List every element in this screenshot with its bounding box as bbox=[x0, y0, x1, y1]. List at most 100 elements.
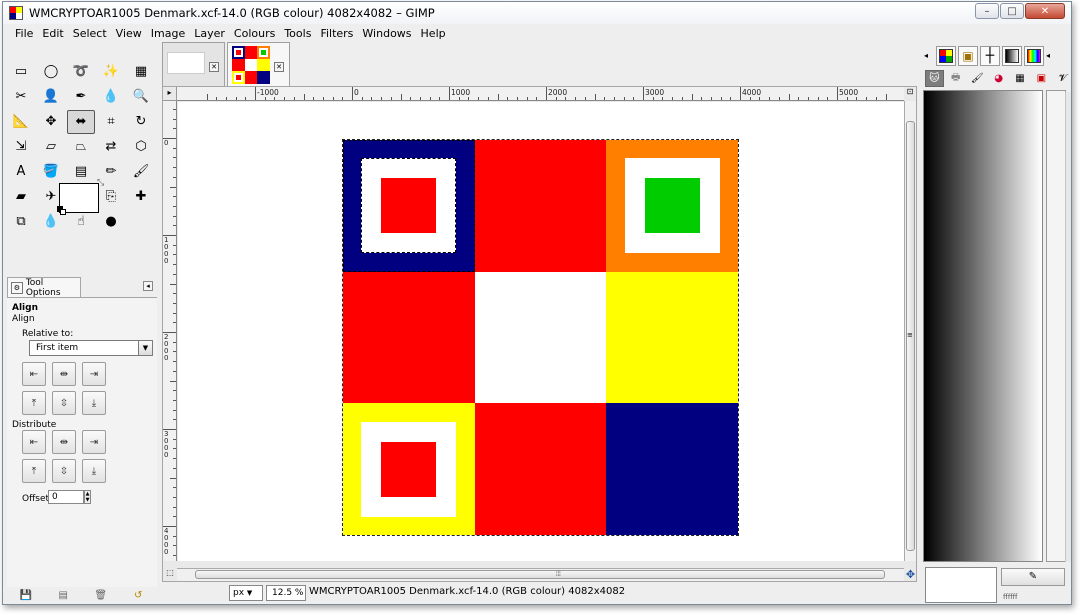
distribute-left-button[interactable]: ⇤ bbox=[22, 430, 46, 454]
flag-cell[interactable] bbox=[343, 403, 475, 535]
minimize-button[interactable]: – bbox=[975, 3, 999, 19]
maximize-button[interactable]: □ bbox=[1000, 3, 1024, 19]
close-icon[interactable]: ✕ bbox=[274, 62, 284, 72]
tool-scissors[interactable]: ✂ bbox=[7, 85, 35, 109]
distribute-top-button[interactable]: ⤒ bbox=[22, 459, 46, 483]
default-colors-icon[interactable] bbox=[57, 206, 67, 216]
gradient-preview[interactable] bbox=[923, 90, 1043, 562]
tab-palettes[interactable] bbox=[936, 46, 956, 66]
dock-menu-right-icon[interactable]: ◂ bbox=[1046, 51, 1056, 61]
tab-color-grid[interactable]: ▦ bbox=[1011, 70, 1029, 87]
close-button[interactable]: ✕ bbox=[1025, 3, 1065, 19]
menu-edit[interactable]: Edit bbox=[38, 27, 67, 40]
distribute-center-button[interactable]: ⇹ bbox=[52, 430, 76, 454]
save-options-icon[interactable]: 💾 bbox=[20, 589, 32, 601]
tab-denmark-image[interactable]: ✕ bbox=[227, 42, 290, 86]
tool-shear[interactable]: ▱ bbox=[37, 135, 65, 159]
quick-mask-icon[interactable]: ⬚ bbox=[163, 568, 177, 581]
tool-paths[interactable]: ✒ bbox=[67, 85, 95, 109]
vertical-ruler[interactable]: 0 1000 2000 3000 4000 bbox=[163, 101, 177, 561]
dock-menu-icon[interactable]: ◂ bbox=[143, 281, 153, 291]
tab-brushes[interactable]: ┼ bbox=[980, 46, 1000, 66]
tool-align[interactable]: ⬌ bbox=[67, 110, 95, 134]
flag-cell[interactable] bbox=[606, 140, 738, 272]
close-icon[interactable]: ✕ bbox=[209, 62, 219, 72]
tab-patterns[interactable]: ▣ bbox=[958, 46, 978, 66]
navigate-icon[interactable]: ✥ bbox=[904, 568, 917, 581]
menu-arrow-icon[interactable]: ▸ bbox=[163, 87, 177, 101]
tool-text[interactable]: A bbox=[7, 160, 35, 184]
menu-filters[interactable]: Filters bbox=[316, 27, 357, 40]
align-left-button[interactable]: ⇤ bbox=[22, 362, 46, 386]
distribute-right-button[interactable]: ⇥ bbox=[82, 430, 106, 454]
align-center-button[interactable]: ⇹ bbox=[52, 362, 76, 386]
dock-menu-left-icon[interactable]: ◂ bbox=[924, 51, 934, 61]
tab-paintbrush[interactable]: 🖌 bbox=[968, 70, 986, 87]
menu-view[interactable]: View bbox=[112, 27, 146, 40]
tab-swatch[interactable]: ▣ bbox=[1032, 70, 1050, 87]
tool-scale[interactable]: ⇲ bbox=[7, 135, 35, 159]
brush-preview[interactable] bbox=[925, 567, 997, 603]
tool-flip[interactable]: ⇄ bbox=[97, 135, 125, 159]
flag-cell[interactable] bbox=[343, 271, 475, 404]
tool-zoom[interactable]: 🔍 bbox=[127, 85, 155, 109]
offset-input[interactable]: 0 bbox=[48, 490, 84, 504]
menu-layer[interactable]: Layer bbox=[190, 27, 229, 40]
tool-color-picker[interactable]: 💧 bbox=[97, 85, 125, 109]
horizontal-ruler[interactable]: -1000 0 1000 2000 3000 4000 5000 bbox=[177, 87, 904, 101]
tool-move[interactable]: ✥ bbox=[37, 110, 65, 134]
tool-measure[interactable]: 📐 bbox=[7, 110, 35, 134]
tool-eraser[interactable]: ▰ bbox=[7, 185, 35, 209]
edit-icon[interactable]: ✎ bbox=[1001, 568, 1065, 586]
tool-color-select[interactable]: ▦ bbox=[127, 60, 155, 84]
zoom-toggle-icon[interactable]: ⊡ bbox=[904, 87, 916, 101]
flag-cell[interactable] bbox=[474, 140, 607, 272]
delete-options-icon[interactable]: 🗑 bbox=[94, 589, 107, 601]
tab-gradients[interactable] bbox=[1002, 46, 1022, 66]
tab-tool-options[interactable]: ⚙ Tool Options bbox=[7, 277, 81, 298]
tab-document-history[interactable]: 🖶 bbox=[947, 70, 965, 87]
distribute-bottom-button[interactable]: ⤓ bbox=[82, 459, 106, 483]
menu-select[interactable]: Select bbox=[69, 27, 111, 40]
distribute-middle-button[interactable]: ⇳ bbox=[52, 459, 76, 483]
menu-help[interactable]: Help bbox=[417, 27, 450, 40]
flag-image[interactable] bbox=[342, 139, 739, 536]
tool-rect-select[interactable]: ▭ bbox=[7, 60, 35, 84]
tab-images[interactable]: 🐱 bbox=[925, 69, 944, 87]
tool-fuzzy-select[interactable]: ✨ bbox=[97, 60, 125, 84]
tool-paintbrush[interactable]: 🖌 bbox=[127, 160, 155, 184]
tool-perspective-clone[interactable]: ⧉ bbox=[7, 210, 35, 234]
vertical-scrollbar[interactable]: ≡ bbox=[904, 101, 916, 561]
align-right-button[interactable]: ⇥ bbox=[82, 362, 106, 386]
horizontal-scroll-thumb[interactable]: ⦙⦙⦙ bbox=[195, 570, 885, 579]
reset-options-icon[interactable]: ↺ bbox=[132, 589, 144, 601]
horizontal-scrollbar[interactable]: ⦙⦙⦙ bbox=[177, 568, 904, 581]
dock-scrollbar[interactable] bbox=[1065, 92, 1071, 562]
menu-file[interactable]: File bbox=[11, 27, 37, 40]
swap-colors-icon[interactable]: ⤡ bbox=[97, 178, 104, 188]
tool-ellipse-select[interactable]: ◯ bbox=[37, 60, 65, 84]
flag-cell[interactable] bbox=[343, 140, 475, 272]
flag-cell[interactable] bbox=[474, 271, 607, 404]
layers-strip[interactable] bbox=[1046, 90, 1066, 562]
tab-color-wheel[interactable]: ◕ bbox=[989, 70, 1007, 87]
align-bottom-button[interactable]: ⤓ bbox=[82, 391, 106, 415]
tool-heal[interactable]: ✚ bbox=[127, 185, 155, 209]
tool-cage[interactable]: ⬡ bbox=[127, 135, 155, 159]
align-top-button[interactable]: ⤒ bbox=[22, 391, 46, 415]
offset-spinner[interactable]: ▲ ▼ bbox=[84, 490, 91, 504]
tool-crop[interactable]: ⌗ bbox=[97, 110, 125, 134]
menu-image[interactable]: Image bbox=[147, 27, 189, 40]
tab-colors[interactable] bbox=[1024, 46, 1044, 66]
menu-windows[interactable]: Windows bbox=[358, 27, 415, 40]
tab-blank-image[interactable]: ✕ bbox=[162, 42, 225, 86]
flag-cell[interactable] bbox=[606, 403, 738, 535]
canvas[interactable] bbox=[178, 102, 904, 561]
flag-cell[interactable] bbox=[474, 403, 607, 535]
menu-tools[interactable]: Tools bbox=[280, 27, 315, 40]
tool-perspective[interactable]: ⏢ bbox=[67, 135, 95, 159]
align-middle-button[interactable]: ⇳ bbox=[52, 391, 76, 415]
tab-vector[interactable]: 𝓥 bbox=[1054, 70, 1071, 87]
tool-free-select[interactable]: ➰ bbox=[67, 60, 95, 84]
restore-options-icon[interactable]: ▤ bbox=[57, 589, 69, 601]
